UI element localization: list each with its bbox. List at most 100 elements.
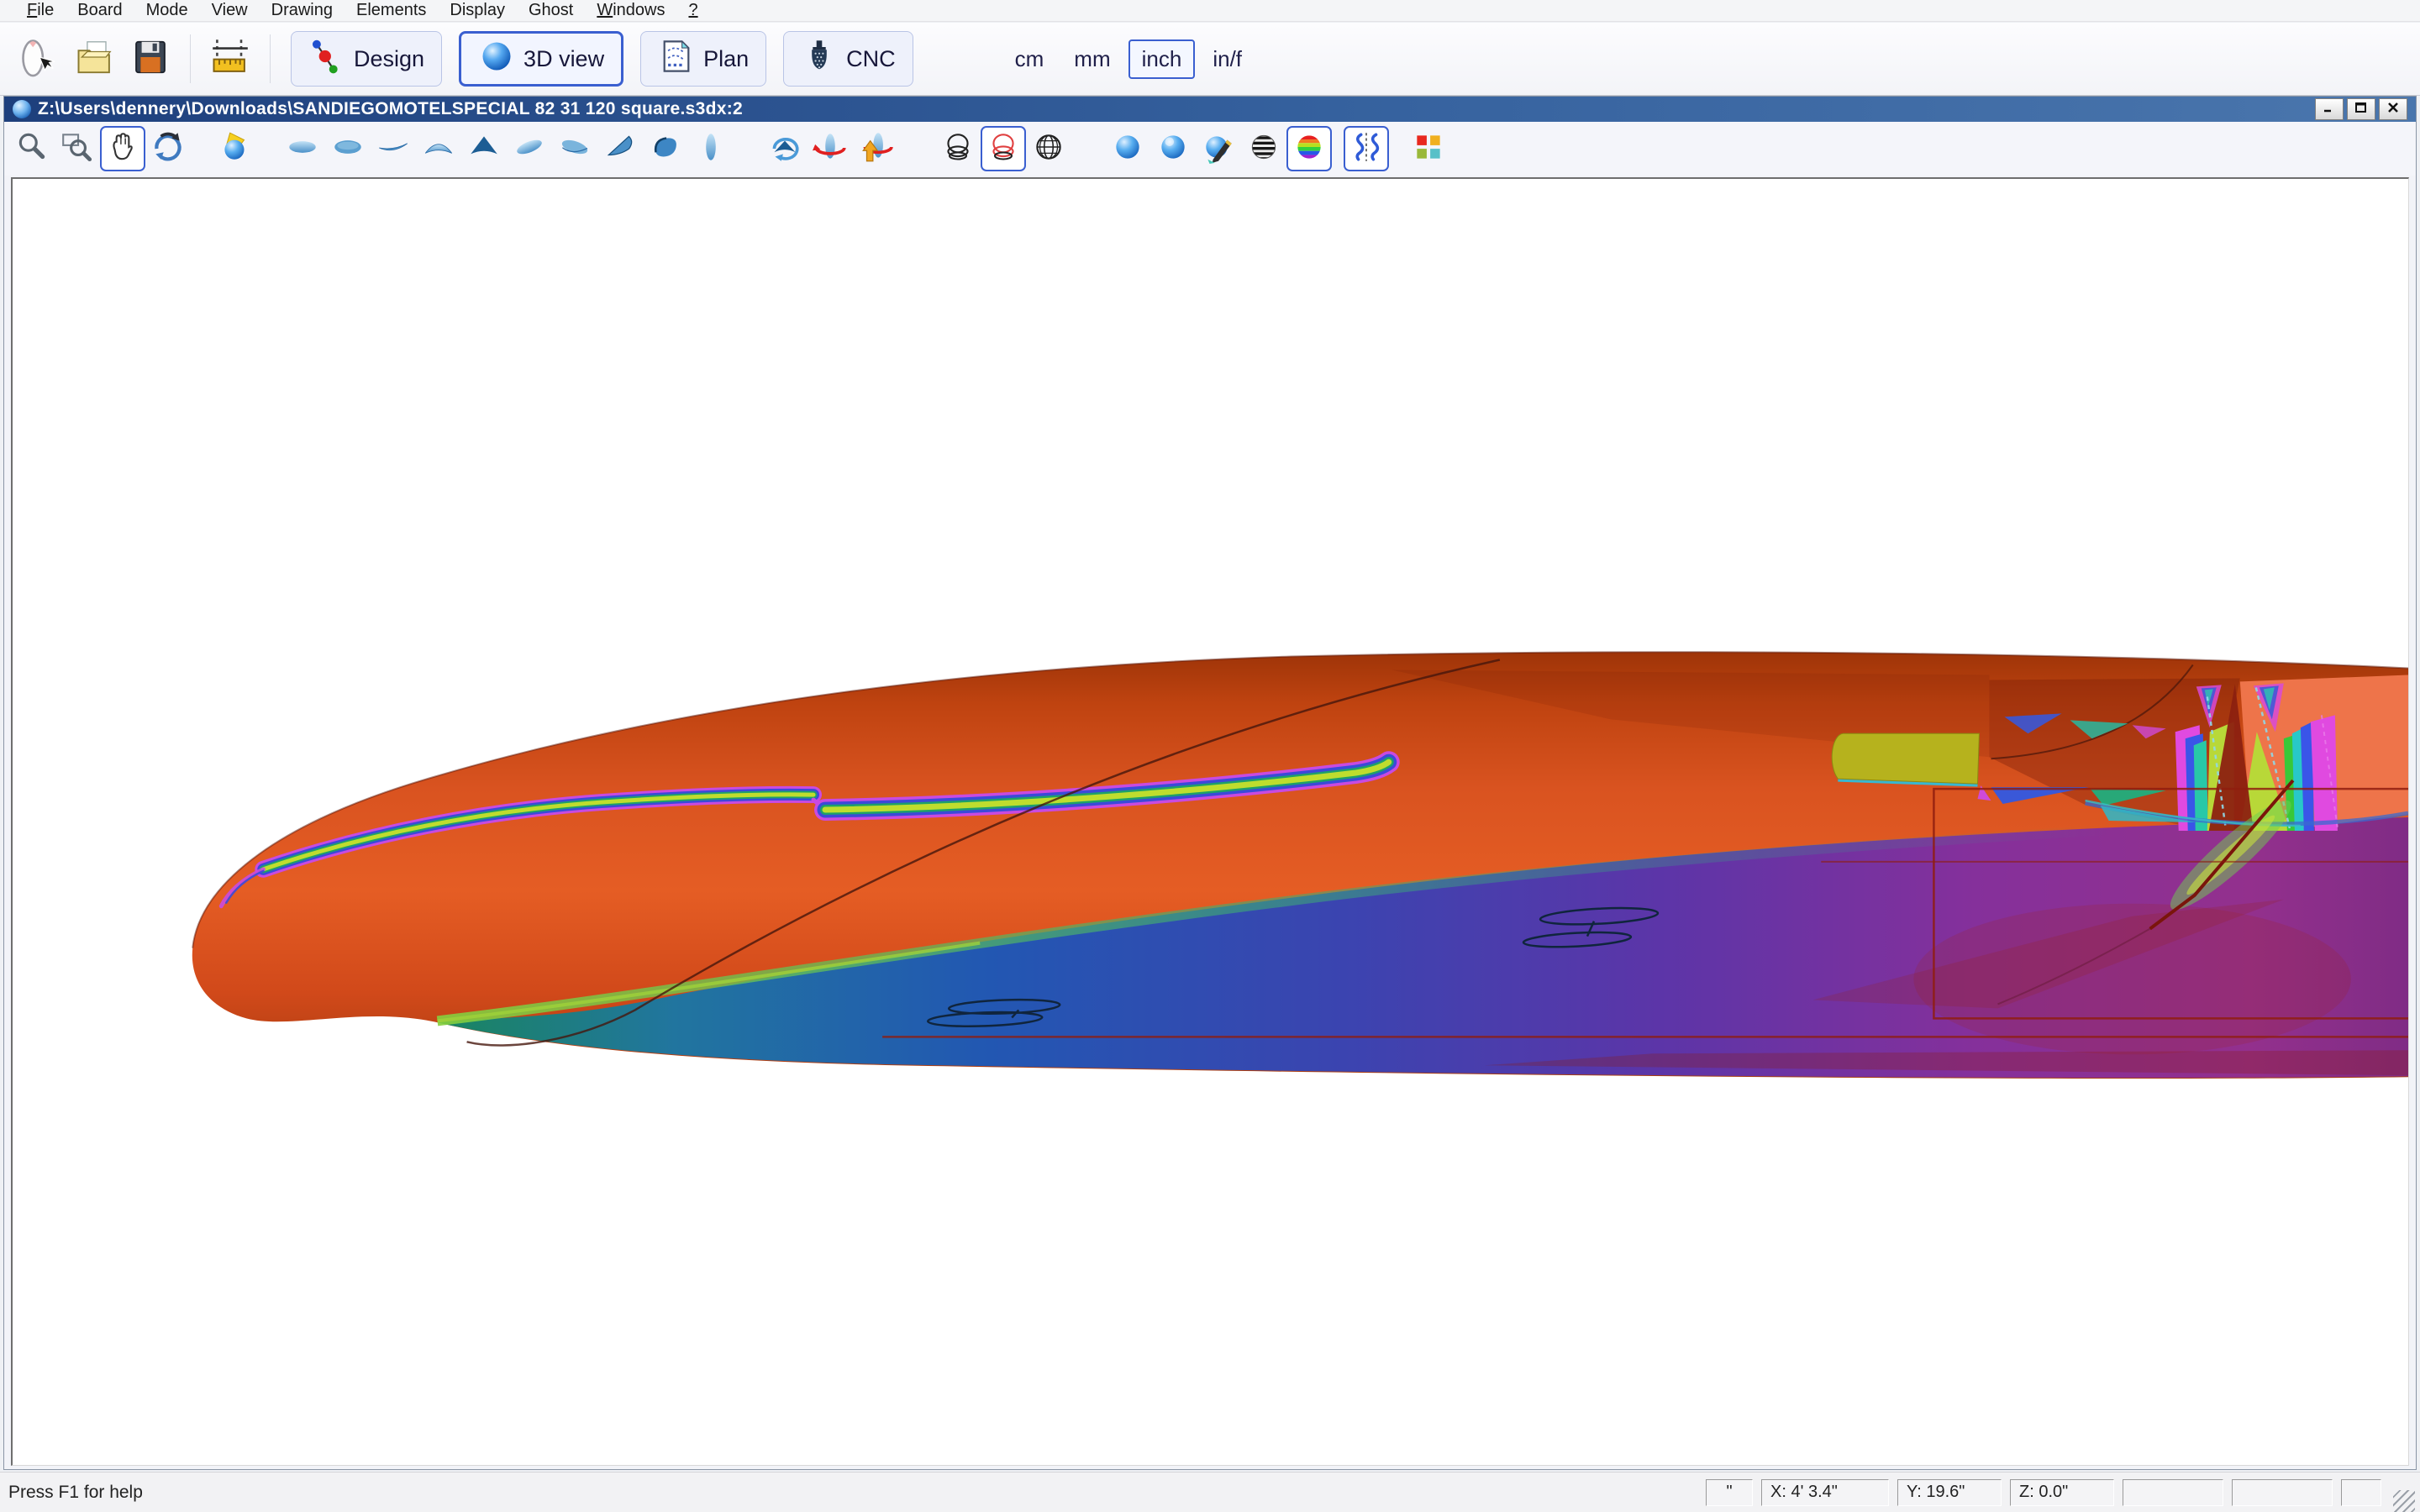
unit-cm[interactable]: cm: [1002, 40, 1057, 78]
display-curvature-map-button[interactable]: [1286, 126, 1332, 171]
plan-mode-button[interactable]: Plan: [640, 31, 766, 87]
document-title-bar[interactable]: Z:\Users\dennery\Downloads\SANDIEGOMOTEL…: [4, 97, 2416, 122]
close-button[interactable]: [2379, 98, 2407, 120]
zoom-window-tool[interactable]: [55, 126, 100, 171]
view3d-mode-button[interactable]: 3D view: [459, 31, 623, 87]
new-board-icon: [18, 35, 61, 83]
rotate-flip-button[interactable]: [853, 126, 898, 171]
view-perspective-deck-button[interactable]: [507, 126, 552, 171]
toolbar-separator: [190, 34, 191, 83]
board-3d-render[interactable]: [13, 179, 2408, 1465]
design-mode-label: Design: [354, 46, 424, 72]
close-icon: [2386, 101, 2401, 118]
view-bottom-button[interactable]: [325, 126, 371, 171]
view-perspective-bottom-button[interactable]: [552, 126, 597, 171]
display-wireframe-button[interactable]: [935, 126, 981, 171]
view-top-button[interactable]: [280, 126, 325, 171]
unit-mm[interactable]: mm: [1061, 40, 1123, 78]
design-mode-button[interactable]: Design: [291, 31, 442, 87]
status-bar: Press F1 for help " X: 4' 3.4" Y: 19.6" …: [0, 1472, 2420, 1512]
menu-windows[interactable]: Windows: [585, 1, 676, 20]
cnc-bit-icon: [801, 38, 838, 81]
symmetry-toggle-button[interactable]: [1344, 126, 1389, 171]
save-icon: [129, 35, 172, 83]
viewport-canvas[interactable]: [11, 177, 2409, 1466]
status-z-coordinate: Z: 0.0": [2010, 1479, 2114, 1506]
document-icon: [13, 100, 31, 118]
document-window: Z:\Users\dennery\Downloads\SANDIEGOMOTEL…: [3, 96, 2417, 1470]
cnc-mode-label: CNC: [846, 46, 896, 72]
open-button[interactable]: [71, 32, 119, 86]
unit-toggle-group: cm mm inch in/f: [1002, 39, 1255, 79]
menu-board[interactable]: Board: [66, 1, 134, 20]
display-shaded-icon: [1110, 129, 1145, 169]
rotate-yaw-button[interactable]: [808, 126, 853, 171]
menu-view[interactable]: View: [200, 1, 260, 20]
menu-display[interactable]: Display: [438, 1, 517, 20]
design-nodes-icon: [308, 38, 345, 81]
status-empty-panel: [2123, 1479, 2223, 1506]
view-toolbar: [4, 122, 2416, 176]
status-x-coordinate: X: 4' 3.4": [1761, 1479, 1889, 1506]
menu-drawing[interactable]: Drawing: [260, 1, 345, 20]
display-wireframe-icon: [940, 129, 976, 169]
view-three-quarter-2-icon: [648, 129, 683, 169]
display-zebra-button[interactable]: [1241, 126, 1286, 171]
menu-mode[interactable]: Mode: [134, 1, 200, 20]
cnc-mode-button[interactable]: CNC: [783, 31, 913, 87]
display-mesh-icon: [1031, 129, 1066, 169]
zoom-window-icon: [60, 129, 95, 169]
view-perspective-bottom-icon: [557, 129, 592, 169]
display-shaded-edit-button[interactable]: [1196, 126, 1241, 171]
dimensions-icon: [208, 35, 252, 83]
view-rocker-icon: [376, 129, 411, 169]
display-wireframe-curvature-icon: [986, 129, 1021, 169]
rotate-pitch-icon: [767, 129, 802, 169]
save-button[interactable]: [126, 32, 175, 86]
maximize-button[interactable]: [2347, 98, 2375, 120]
dimensions-button[interactable]: [206, 32, 255, 86]
view-nose-icon: [421, 129, 456, 169]
rotate-pitch-button[interactable]: [762, 126, 808, 171]
color-palette-button[interactable]: [1406, 126, 1451, 171]
menu-file[interactable]: File: [15, 1, 66, 20]
status-unit: ": [1706, 1479, 1753, 1506]
document-title: Z:\Users\dennery\Downloads\SANDIEGOMOTEL…: [38, 99, 2315, 119]
new-board-button[interactable]: [15, 32, 64, 86]
status-empty-panel: [2232, 1479, 2333, 1506]
render-light-tool[interactable]: [213, 126, 258, 171]
plan-doc-icon: [658, 38, 695, 81]
unit-inf[interactable]: in/f: [1200, 40, 1255, 78]
view-bottom-icon: [330, 129, 366, 169]
view-tail-button[interactable]: [461, 126, 507, 171]
unit-inch[interactable]: inch: [1128, 39, 1196, 79]
menu-elements[interactable]: Elements: [345, 1, 438, 20]
render-light-icon: [218, 129, 253, 169]
view-front-icon: [693, 129, 729, 169]
view-three-quarter-2-button[interactable]: [643, 126, 688, 171]
sphere-3d-icon: [478, 38, 515, 81]
plan-mode-label: Plan: [703, 46, 749, 72]
view-three-quarter-1-button[interactable]: [597, 126, 643, 171]
view-front-button[interactable]: [688, 126, 734, 171]
zoom-tool[interactable]: [9, 126, 55, 171]
pan-tool[interactable]: [100, 126, 145, 171]
menu-help[interactable]: ?: [676, 1, 709, 20]
minimize-icon: [2322, 101, 2337, 118]
display-zebra-icon: [1246, 129, 1281, 169]
display-curvature-map-icon: [1292, 129, 1327, 169]
display-shaded-button[interactable]: [1105, 126, 1150, 171]
main-toolbar: Design 3D view Plan CNC: [0, 23, 2420, 96]
rotate-3d-tool[interactable]: [145, 126, 191, 171]
toolbar-separator: [270, 34, 271, 83]
resize-grip[interactable]: [2393, 1490, 2415, 1512]
view-top-icon: [285, 129, 320, 169]
view-nose-button[interactable]: [416, 126, 461, 171]
display-wireframe-curvature-button[interactable]: [981, 126, 1026, 171]
view-rocker-button[interactable]: [371, 126, 416, 171]
status-y-coordinate: Y: 19.6": [1897, 1479, 2002, 1506]
menu-ghost[interactable]: Ghost: [517, 1, 585, 20]
minimize-button[interactable]: [2315, 98, 2344, 120]
display-shaded-alt-button[interactable]: [1150, 126, 1196, 171]
display-mesh-button[interactable]: [1026, 126, 1071, 171]
